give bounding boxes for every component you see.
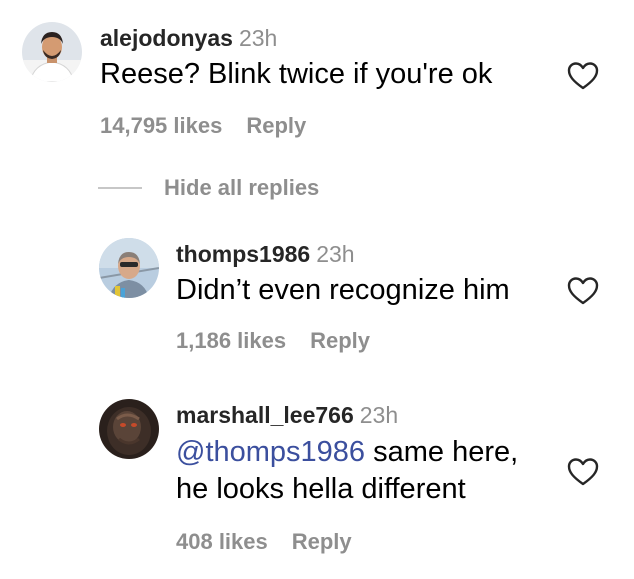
reply-button[interactable]: Reply <box>246 113 306 138</box>
mention-link[interactable]: @thomps1986 <box>176 436 365 468</box>
comment-timestamp: 23h <box>238 25 278 51</box>
avatar-alejodonyas[interactable] <box>22 22 82 82</box>
comment-meta: 14,795 likes Reply <box>100 113 306 139</box>
likes-count[interactable]: 1,186 likes <box>176 328 286 353</box>
reply-text-line2: he looks hella different <box>176 473 466 505</box>
reply-button[interactable]: Reply <box>292 529 352 554</box>
likes-count[interactable]: 408 likes <box>176 529 268 554</box>
reply-username[interactable]: thomps1986 23h <box>176 241 355 268</box>
reply-text-line1: same here, <box>365 436 519 468</box>
avatar-thomps1986[interactable] <box>99 238 159 298</box>
comment-username[interactable]: alejodonyas 23h <box>100 25 277 52</box>
reply-timestamp: 23h <box>359 402 399 428</box>
hide-replies-label[interactable]: Hide all replies <box>164 175 319 201</box>
avatar-marshall-lee766[interactable] <box>99 399 159 459</box>
divider-line <box>98 187 142 189</box>
likes-count[interactable]: 14,795 likes <box>100 113 222 138</box>
heart-icon[interactable] <box>567 457 599 487</box>
reply-text: Didn’t even recognize him <box>176 274 510 306</box>
heart-icon[interactable] <box>567 61 599 91</box>
reply-text: @thomps1986 same here, <box>176 434 518 471</box>
heart-icon[interactable] <box>567 276 599 306</box>
hide-replies-button[interactable]: Hide all replies <box>98 174 319 202</box>
comment-text: Reese? Blink twice if you're ok <box>100 58 493 90</box>
reply-timestamp: 23h <box>316 241 355 267</box>
reply-meta: 1,186 likes Reply <box>176 328 370 354</box>
reply-meta: 408 likes Reply <box>176 529 352 555</box>
reply-username[interactable]: marshall_lee766 23h <box>176 402 398 429</box>
reply-button[interactable]: Reply <box>310 328 370 353</box>
